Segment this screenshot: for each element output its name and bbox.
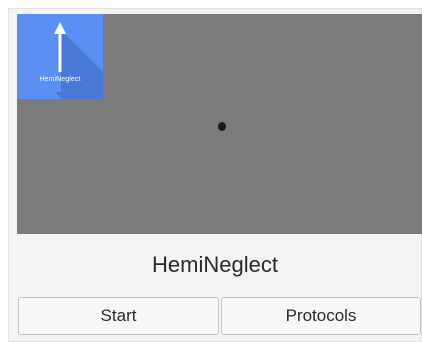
app-preview: HemiNeglect [17,14,422,234]
start-button[interactable]: Start [18,297,219,335]
app-card: HemiNeglect HemiNeglect Start Protocols [8,8,422,342]
app-icon: HemiNeglect [17,14,103,99]
protocols-button[interactable]: Protocols [221,297,421,335]
up-arrow-icon [54,22,66,72]
icon-label: HemiNeglect [39,76,81,83]
target-dot [218,122,226,131]
app-title: HemiNeglect [152,252,278,277]
